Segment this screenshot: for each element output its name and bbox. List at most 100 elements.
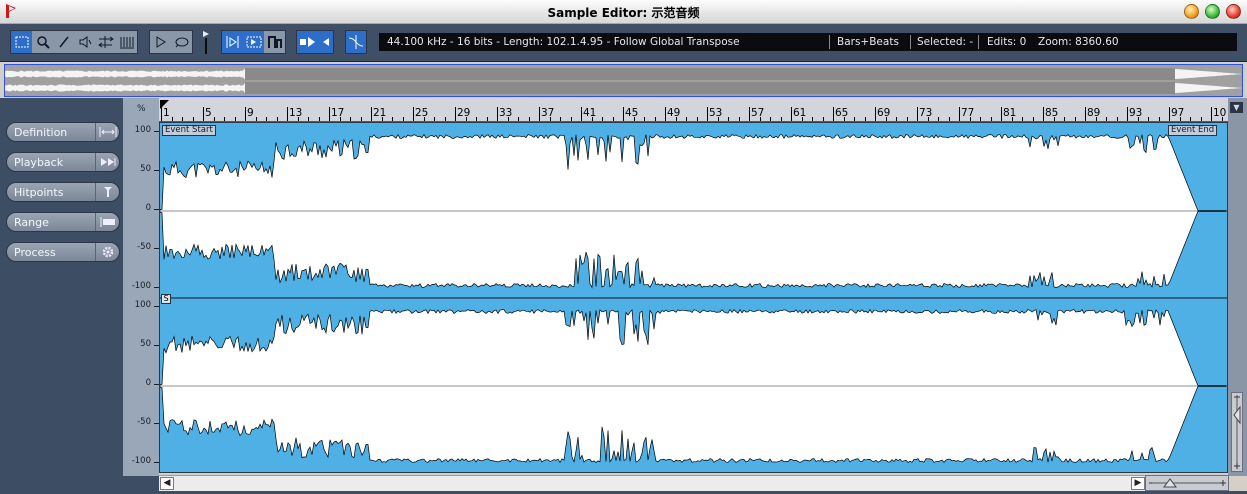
range-selection-tool[interactable] bbox=[11, 31, 32, 53]
show-regions-button[interactable] bbox=[264, 31, 285, 53]
loop-icon bbox=[175, 37, 188, 48]
auto-scroll-button[interactable] bbox=[243, 31, 264, 53]
vertical-zoom-slider[interactable] bbox=[1231, 392, 1243, 472]
pencil-tool[interactable] bbox=[53, 31, 74, 53]
beat-tick bbox=[990, 117, 992, 121]
bar-tick bbox=[791, 107, 792, 121]
bar-tick bbox=[1043, 107, 1044, 121]
time-format-display[interactable]: Bars+Beats bbox=[837, 36, 899, 48]
beat-tick bbox=[528, 117, 530, 121]
bar-number: 49 bbox=[667, 107, 681, 119]
zoom-tool[interactable] bbox=[32, 31, 53, 53]
chevron-down-icon[interactable]: ▼ bbox=[1230, 102, 1243, 113]
sidebar-item-process[interactable]: Process bbox=[6, 242, 120, 262]
bar-tick bbox=[245, 107, 246, 121]
bar-number: 29 bbox=[457, 107, 471, 119]
beat-tick bbox=[308, 117, 309, 121]
definition-icon bbox=[95, 123, 119, 141]
channel-link-marker[interactable]: S bbox=[161, 294, 171, 304]
scroll-left-icon[interactable]: ◀ bbox=[160, 477, 174, 490]
sidebar-item-label: Definition bbox=[14, 126, 68, 139]
close-button[interactable] bbox=[1226, 4, 1241, 19]
event-start-marker[interactable]: Event Start bbox=[162, 125, 216, 136]
horizontal-scrollbar[interactable]: ◀ ▶ bbox=[159, 475, 1228, 491]
event-end-marker[interactable]: Event End bbox=[1168, 125, 1218, 136]
bar-number: 57 bbox=[751, 107, 765, 119]
beat-tick bbox=[255, 117, 257, 121]
sidebar-item-playback[interactable]: Playback bbox=[6, 152, 120, 172]
scale-unit: % bbox=[137, 104, 146, 114]
waveform-overview[interactable] bbox=[4, 64, 1243, 97]
beat-tick bbox=[507, 117, 509, 121]
play-button[interactable] bbox=[150, 31, 171, 53]
nudge-right-icon bbox=[300, 37, 315, 47]
audition-tool[interactable] bbox=[74, 31, 95, 53]
bar-tick bbox=[581, 107, 582, 121]
hitpoint-tool[interactable] bbox=[116, 31, 137, 53]
scale-label: -50 bbox=[137, 242, 151, 252]
beat-tick bbox=[297, 117, 299, 121]
bar-tick bbox=[1001, 107, 1002, 121]
beat-tick bbox=[1190, 117, 1191, 121]
beat-tick bbox=[780, 117, 782, 121]
beat-tick bbox=[812, 117, 813, 121]
sidebar-item-label: Playback bbox=[14, 156, 64, 169]
beat-tick bbox=[770, 117, 771, 121]
snap-to-zero-button[interactable] bbox=[222, 31, 243, 53]
beat-tick bbox=[696, 117, 698, 121]
bar-tick bbox=[371, 107, 372, 121]
beat-tick bbox=[1011, 117, 1013, 121]
beat-tick bbox=[276, 117, 278, 121]
toolbar-divider-grip bbox=[201, 28, 211, 56]
beat-tick bbox=[822, 117, 824, 121]
bar-number: 61 bbox=[793, 107, 807, 119]
maximize-button[interactable] bbox=[1205, 4, 1220, 19]
scale-label: 50 bbox=[140, 164, 151, 174]
beat-tick bbox=[1022, 117, 1023, 121]
sidebar-item-definition[interactable]: Definition bbox=[6, 122, 120, 142]
bar-tick bbox=[833, 107, 834, 121]
sidebar-item-range[interactable]: Range bbox=[6, 212, 120, 232]
beat-tick bbox=[192, 117, 194, 121]
beat-tick bbox=[885, 117, 887, 121]
selection-info: Selected: - bbox=[917, 36, 974, 48]
toolbar: 44.100 kHz - 16 bits - Length: 102.1.4.9… bbox=[0, 24, 1247, 62]
event-nudge-left-button[interactable] bbox=[319, 31, 333, 53]
waveform-display[interactable]: Event Start Event End S bbox=[159, 122, 1228, 473]
overview-waveform bbox=[5, 68, 1241, 94]
event-nudge-button[interactable] bbox=[297, 31, 319, 53]
beat-tick bbox=[182, 117, 183, 121]
play-icon bbox=[156, 36, 166, 48]
bar-tick bbox=[329, 107, 330, 121]
window-title: Sample Editor: 示范音频 bbox=[547, 6, 700, 20]
minimize-button[interactable] bbox=[1184, 4, 1199, 19]
loop-button[interactable] bbox=[171, 31, 192, 53]
info-separator bbox=[978, 35, 979, 49]
bar-number: 77 bbox=[961, 107, 975, 119]
bar-number: 89 bbox=[1087, 107, 1101, 119]
gear-icon bbox=[95, 243, 119, 261]
bar-tick bbox=[707, 107, 708, 121]
beat-tick bbox=[1137, 117, 1139, 121]
beat-tick bbox=[1064, 117, 1065, 121]
amplitude-scale: % 100 50 0 -50 -100 100 50 0 -50 -100 bbox=[123, 98, 159, 476]
hitpoints-icon bbox=[95, 183, 119, 201]
bar-ruler[interactable]: 1 5 9 13 17 21 25 29 33 37 41 45 49 53 57 61 65 69 73 77 81 8… bbox=[159, 98, 1228, 122]
play-group bbox=[149, 30, 193, 54]
zero-crossing-button[interactable] bbox=[346, 31, 366, 53]
warp-tool[interactable] bbox=[95, 31, 116, 53]
scroll-right-icon[interactable]: ▶ bbox=[1131, 477, 1145, 490]
beat-tick bbox=[1032, 117, 1034, 121]
scale-label: 0 bbox=[145, 378, 151, 388]
bar-number: 97 bbox=[1171, 107, 1185, 119]
beat-tick bbox=[969, 117, 971, 121]
bar-number: 45 bbox=[625, 107, 639, 119]
beat-tick bbox=[675, 117, 677, 121]
beat-tick bbox=[728, 117, 729, 121]
bar-number: 69 bbox=[877, 107, 891, 119]
horizontal-zoom-slider[interactable] bbox=[1145, 475, 1229, 491]
beat-tick bbox=[938, 117, 939, 121]
beat-tick bbox=[1053, 117, 1055, 121]
beat-tick bbox=[1158, 117, 1160, 121]
sidebar-item-hitpoints[interactable]: Hitpoints bbox=[6, 182, 120, 202]
